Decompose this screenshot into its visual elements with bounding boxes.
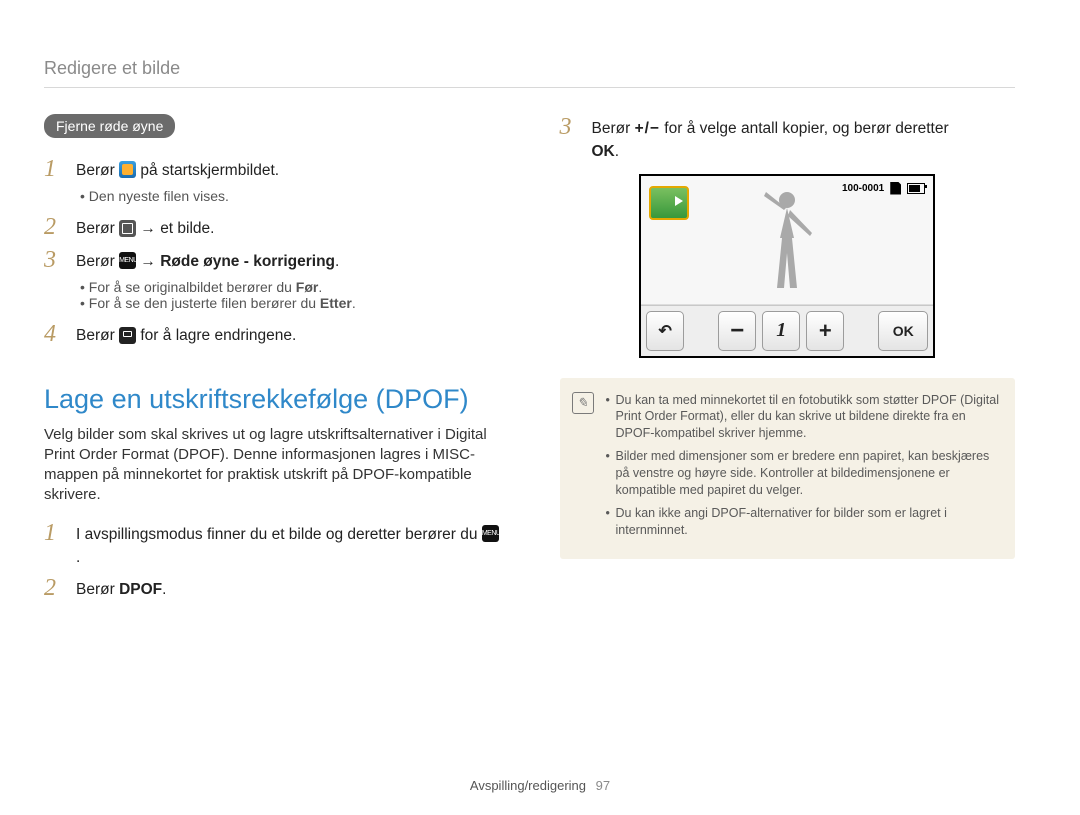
page-footer: Avspilling/redigering 97 — [0, 778, 1080, 793]
dpof-step-1: 1 I avspillingsmodus finner du et bilde … — [44, 520, 500, 570]
text-bold: Røde øyne - korrigering — [160, 253, 335, 270]
arrow-icon: → — [140, 253, 160, 270]
text: . — [335, 253, 339, 270]
step-number: 1 — [44, 520, 66, 570]
menu-icon — [482, 525, 499, 542]
redeye-step3-notes: For å se originalbildet berører du Før. … — [80, 279, 500, 311]
redeye-step-3: 3 Berør → Røde øyne - korrigering. — [44, 247, 500, 273]
note-item: Bilder med dimensjoner som er bredere en… — [606, 448, 1000, 499]
text: Berør — [592, 120, 635, 137]
back-button[interactable] — [646, 311, 684, 351]
home-icon — [119, 161, 136, 178]
ok-label: OK — [592, 143, 615, 160]
bullet: For å se den justerte filen berører du E… — [80, 295, 500, 311]
text: . — [76, 549, 80, 566]
section-tag-redeye: Fjerne røde øyne — [44, 114, 175, 138]
text: Berør — [76, 327, 119, 344]
play-thumbnail-icon — [649, 186, 689, 220]
minus-button[interactable]: − — [718, 311, 756, 351]
footer-section: Avspilling/redigering — [470, 778, 586, 793]
camera-screen: 100-0001 — [639, 174, 935, 358]
text: Berør — [76, 581, 119, 598]
step-number: 1 — [44, 156, 66, 182]
text-bold: Etter — [320, 295, 352, 311]
plus-button[interactable]: + — [806, 311, 844, 351]
text-bold: Før — [296, 279, 319, 295]
ok-button[interactable]: OK — [878, 311, 928, 351]
dpof-step-2: 2 Berør DPOF. — [44, 575, 500, 601]
text-bold: DPOF — [119, 581, 162, 598]
step-number: 2 — [44, 214, 66, 240]
text: Berør — [76, 162, 119, 179]
redeye-step-4: 4 Berør for å lagre endringene. — [44, 321, 500, 347]
text: For å se den justerte filen berører du — [89, 295, 320, 311]
step-number: 3 — [560, 114, 582, 164]
step-number: 4 — [44, 321, 66, 347]
save-icon — [119, 327, 136, 344]
dpof-step-3: 3 Berør +/− for å velge antall kopier, o… — [560, 114, 1016, 164]
breadcrumb-title: Redigere et bilde — [44, 58, 1015, 79]
redeye-step-2: 2 Berør → et bilde. — [44, 214, 500, 240]
step-number: 2 — [44, 575, 66, 601]
person-silhouette — [752, 188, 822, 300]
text: Berør — [76, 220, 119, 237]
plus-minus-label: +/− — [635, 120, 660, 137]
text: på startskjermbildet. — [140, 162, 279, 179]
arrow-icon: → — [140, 220, 160, 237]
page-number: 97 — [596, 778, 610, 793]
redeye-step1-notes: Den nyeste filen vises. — [80, 188, 500, 204]
text: . — [162, 581, 166, 598]
text: for å lagre endringene. — [140, 327, 296, 344]
redeye-step-1: 1 Berør på startskjermbildet. — [44, 156, 500, 182]
text: For å se originalbildet berører du — [89, 279, 296, 295]
note-item: Du kan ta med minnekortet til en fotobut… — [606, 392, 1000, 443]
thumbnails-icon — [119, 220, 136, 237]
menu-icon — [119, 252, 136, 269]
file-counter: 100-0001 — [842, 183, 884, 194]
bullet: Den nyeste filen vises. — [80, 188, 500, 204]
note-icon: ✎ — [572, 392, 594, 414]
sd-card-icon — [890, 182, 901, 195]
screen-status: 100-0001 — [842, 182, 925, 195]
text: et bilde. — [160, 220, 214, 237]
text: I avspillingsmodus finner du et bilde og… — [76, 526, 482, 543]
text: . — [318, 279, 322, 295]
left-column: Fjerne røde øyne 1 Berør på startskjermb… — [44, 114, 500, 607]
step-number: 3 — [44, 247, 66, 273]
section-paragraph: Velg bilder som skal skrives ut og lagre… — [44, 425, 500, 506]
screen-toolbar: − 1 + OK — [641, 305, 933, 356]
right-column: 3 Berør +/− for å velge antall kopier, o… — [560, 114, 1016, 607]
text: for å velge antall kopier, og berør dere… — [664, 120, 948, 137]
info-note-box: ✎ Du kan ta med minnekortet til en fotob… — [560, 378, 1016, 559]
bullet: For å se originalbildet berører du Før. — [80, 279, 500, 295]
text: Berør — [76, 253, 119, 270]
screen-preview: 100-0001 — [641, 176, 933, 305]
note-item: Du kan ikke angi DPOF-alternativer for b… — [606, 505, 1000, 539]
copy-count: 1 — [762, 311, 800, 351]
text: . — [352, 295, 356, 311]
battery-icon — [907, 183, 925, 194]
section-heading-dpof: Lage en utskriftsrekkefølge (DPOF) — [44, 384, 500, 415]
divider — [44, 87, 1015, 88]
